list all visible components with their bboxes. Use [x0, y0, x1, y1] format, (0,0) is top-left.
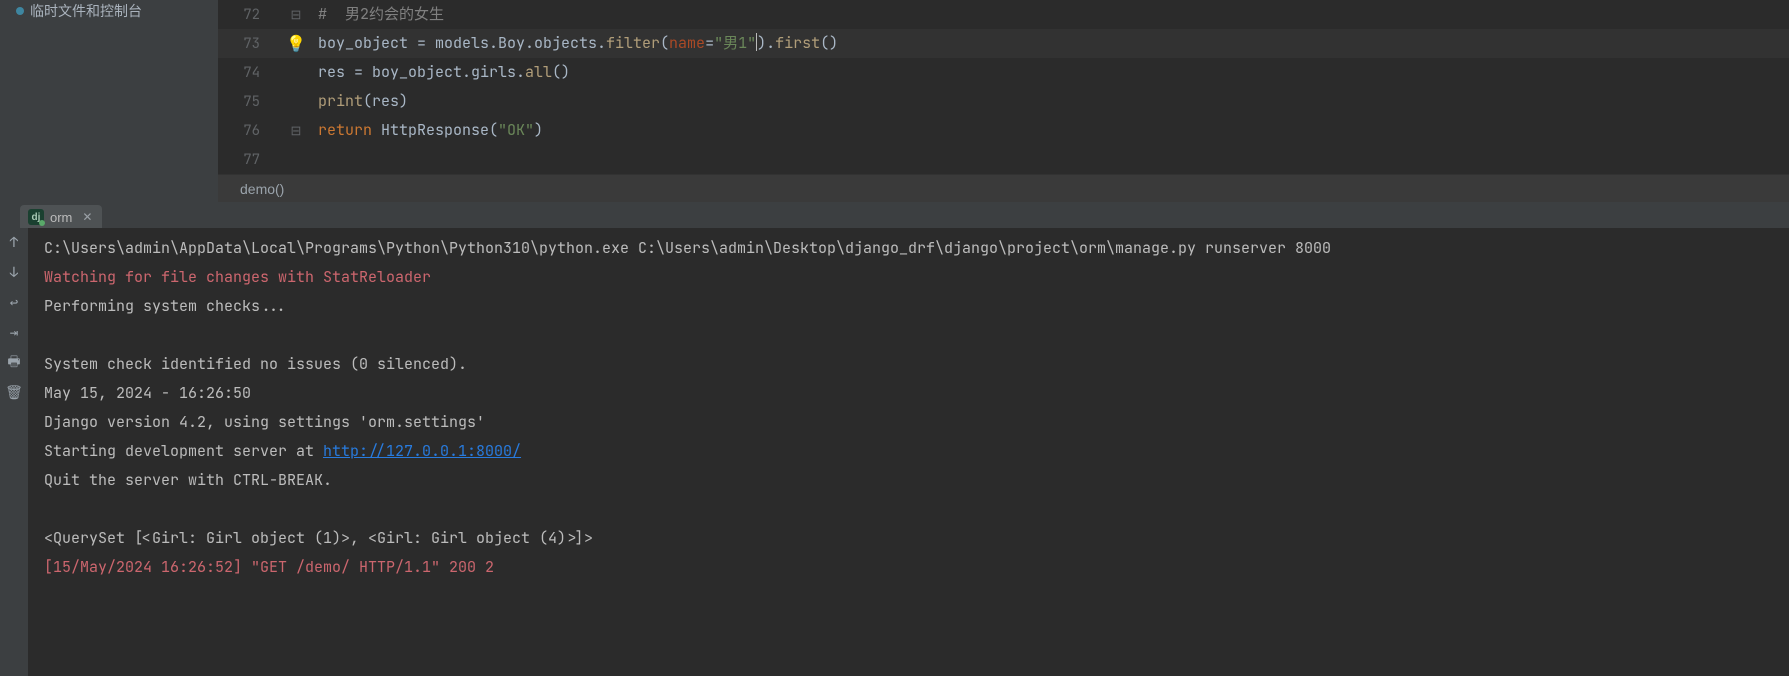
- code-line[interactable]: 75 print(res): [218, 87, 1789, 116]
- console-line: Performing system checks...: [44, 296, 287, 316]
- sidebar-item-scratches[interactable]: 临时文件和控制台: [0, 0, 218, 22]
- gutter[interactable]: 💡: [274, 33, 318, 54]
- django-run-icon: dj: [28, 209, 44, 225]
- code-line[interactable]: 74 res = boy_object.girls.all(): [218, 58, 1789, 87]
- scroll-up-icon[interactable]: ↑: [5, 234, 23, 252]
- run-tab-orm[interactable]: dj orm ✕: [20, 205, 102, 228]
- project-sidebar: 临时文件和控制台: [0, 0, 218, 202]
- code-line[interactable]: 72 ⊟ # 男2约会的女生: [218, 0, 1789, 29]
- soft-wrap-icon[interactable]: ↩: [5, 294, 23, 312]
- console-line: Django version 4.2, using settings 'orm.…: [44, 412, 485, 432]
- scroll-to-end-icon[interactable]: ⇥: [5, 324, 23, 342]
- console-line: [15/May/2024 16:26:52] "GET /demo/ HTTP/…: [44, 557, 494, 577]
- breadcrumb[interactable]: demo(): [218, 174, 1789, 202]
- console-line: <QuerySet [<Girl: Girl object (1)>, <Gir…: [44, 528, 593, 548]
- line-number: 77: [218, 151, 274, 169]
- console-line: Quit the server with CTRL-BREAK.: [44, 470, 332, 490]
- folder-dot-icon: [16, 7, 24, 15]
- run-tab-bar: dj orm ✕: [0, 202, 1789, 228]
- console-line: May 15, 2024 - 16:26:50: [44, 383, 251, 403]
- scroll-down-icon[interactable]: ↓: [5, 264, 23, 282]
- print-icon[interactable]: 🖶: [5, 354, 23, 372]
- code-line[interactable]: 77: [218, 145, 1789, 174]
- fold-close-icon[interactable]: ⊟: [291, 123, 302, 139]
- console-line: System check identified no issues (0 sil…: [44, 354, 467, 374]
- editor-region: 临时文件和控制台 72 ⊟ # 男2约会的女生 73 💡 boy_object …: [0, 0, 1789, 202]
- breadcrumb-item[interactable]: demo(): [240, 181, 284, 197]
- line-number: 72: [218, 6, 274, 24]
- clear-icon[interactable]: 🗑: [5, 384, 23, 402]
- server-url-link[interactable]: http://127.0.0.1:8000/: [323, 441, 521, 461]
- close-icon[interactable]: ✕: [82, 210, 92, 224]
- line-number: 75: [218, 93, 274, 111]
- console-output[interactable]: C:\Users\admin\AppData\Local\Programs\Py…: [28, 228, 1789, 676]
- code-line[interactable]: 73 💡 boy_object = models.Boy.objects.fil…: [218, 29, 1789, 58]
- code-comment: # 男2约会的女生: [318, 4, 444, 24]
- console-line: C:\Users\admin\AppData\Local\Programs\Py…: [44, 238, 1331, 258]
- code-text: [318, 145, 327, 174]
- code-editor[interactable]: 72 ⊟ # 男2约会的女生 73 💡 boy_object = models.…: [218, 0, 1789, 202]
- console-line: Starting development server at http://12…: [44, 441, 521, 461]
- code-text: boy_object = models.Boy.objects.filter(n…: [318, 29, 838, 58]
- intention-bulb-icon[interactable]: 💡: [286, 33, 306, 54]
- line-number: 74: [218, 64, 274, 82]
- gutter[interactable]: ⊟: [274, 123, 318, 139]
- fold-open-icon[interactable]: ⊟: [291, 7, 302, 23]
- code-text: return HttpResponse("OK"): [318, 116, 543, 145]
- code-text: res = boy_object.girls.all(): [318, 58, 570, 87]
- run-toolbar: ↑ ↓ ↩ ⇥ 🖶 🗑: [0, 228, 28, 676]
- console-line: Watching for file changes with StatReloa…: [44, 267, 431, 287]
- code-text: print(res): [318, 87, 408, 116]
- code-lines: 72 ⊟ # 男2约会的女生 73 💡 boy_object = models.…: [218, 0, 1789, 174]
- run-tab-label: orm: [50, 210, 72, 225]
- line-number: 73: [218, 35, 274, 53]
- run-panel: dj orm ✕ ↑ ↓ ↩ ⇥ 🖶 🗑 C:\Users\admin\AppD…: [0, 202, 1789, 676]
- run-body: ↑ ↓ ↩ ⇥ 🖶 🗑 C:\Users\admin\AppData\Local…: [0, 228, 1789, 676]
- line-number: 76: [218, 122, 274, 140]
- code-line[interactable]: 76 ⊟ return HttpResponse("OK"): [218, 116, 1789, 145]
- gutter[interactable]: ⊟: [274, 7, 318, 23]
- sidebar-item-label: 临时文件和控制台: [30, 1, 142, 21]
